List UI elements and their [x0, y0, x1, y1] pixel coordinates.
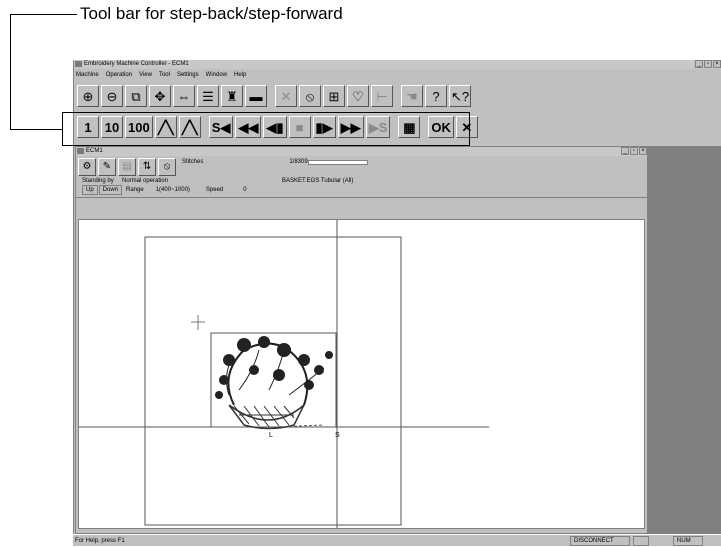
list-icon[interactable]: ▤ [118, 158, 136, 176]
maximize-button[interactable]: ▫ [704, 60, 712, 68]
down-button[interactable]: Down [98, 185, 123, 195]
cancel-icon[interactable]: ✕ [275, 85, 297, 107]
range-value: 1(400~1000) [155, 187, 190, 193]
status-num: NUM [673, 536, 703, 546]
label-l: L [269, 432, 273, 439]
zoom-out-icon[interactable]: ⊖ [101, 85, 123, 107]
menu-operation[interactable]: Operation [106, 70, 132, 80]
child-close-button[interactable]: × [639, 147, 647, 155]
step-back-button[interactable]: ◀▮ [263, 116, 287, 138]
fit-icon[interactable]: ✥ [149, 85, 171, 107]
stop-icon[interactable]: ⦸ [299, 85, 321, 107]
main-toolbar: ⊕ ⊖ ⧉ ✥ ⇔ ☰ ♜ ▬ ✕ ⦸ ⊞ ♡ ⊢ ☚? ↖? [74, 82, 473, 110]
help-icon[interactable]: ? [425, 85, 447, 107]
canvas-drawing: L S [79, 220, 489, 528]
menu-tool[interactable]: Tool [159, 70, 170, 80]
title-bar: Embroidery Machine Controller - ECM1 _ ▫… [74, 60, 721, 69]
grid-icon[interactable]: ⊞ [323, 85, 345, 107]
menu-window[interactable]: Window [206, 70, 227, 80]
go-start-button[interactable]: S◀ [208, 116, 234, 138]
callout-line-h2 [10, 129, 62, 130]
step-1-button[interactable]: 1 [77, 116, 99, 138]
go-end-button[interactable]: ▶S [365, 116, 391, 138]
machine-icon[interactable]: ⚙ [78, 158, 96, 176]
menu-view[interactable]: View [139, 70, 152, 80]
app-icon [75, 61, 82, 67]
callout-label: Tool bar for step-back/step-forward [80, 4, 343, 23]
menu-settings[interactable]: Settings [177, 70, 199, 80]
close-window-button[interactable]: × [713, 60, 721, 68]
basket-design [215, 336, 333, 430]
window-title: Embroidery Machine Controller - ECM1 [84, 61, 189, 67]
minimize-button[interactable]: _ [695, 60, 703, 68]
dotted-up-icon[interactable]: ╱╲ [178, 116, 201, 138]
fast-forward-button[interactable]: ▶▶ [337, 116, 364, 138]
step-100-button[interactable]: 100 [125, 116, 153, 138]
menu-help[interactable]: Help [234, 70, 246, 80]
stitches-value: 1/8309 [289, 159, 308, 165]
bobbin-icon[interactable]: ♜ [221, 85, 243, 107]
cursor-cross-icon [191, 315, 205, 330]
child-title: ECM1 [86, 148, 103, 154]
center-icon[interactable]: ⇔ [173, 85, 195, 107]
status-empty [633, 536, 649, 546]
range-label: Range [126, 187, 144, 193]
speed-value: 0 [243, 187, 247, 193]
status-standing: Standing by [82, 178, 114, 184]
step-10-button[interactable]: 10 [101, 116, 123, 138]
lines-icon[interactable]: ☰ [197, 85, 219, 107]
stop-small-icon[interactable]: ⦸ [158, 158, 176, 176]
child-icon [77, 148, 84, 154]
design-canvas[interactable]: L S [78, 219, 645, 529]
status-mode: Normal operation [122, 178, 169, 184]
pointer-icon[interactable]: ☚ [401, 85, 423, 107]
step-toolbar: 1 10 100 ╱╲ ╱╲ S◀ ◀◀ ◀▮ ■ ▮▶ ▶▶ ▶S ▦ OK ✕ [74, 113, 480, 141]
mdi-background [648, 146, 721, 534]
design-icon[interactable]: ♡ [347, 85, 369, 107]
child-title-bar: ECM1 _ ▫ × [76, 147, 647, 156]
menu-machine[interactable]: Machine [76, 70, 99, 80]
file-name: BASKET.EGS Tubular (All) [282, 178, 354, 184]
stop-button[interactable]: ■ [288, 116, 311, 138]
stitches-label: Stitches [182, 159, 204, 165]
stitch-progress [307, 159, 368, 165]
close-button[interactable]: ✕ [455, 116, 478, 138]
fast-back-button[interactable]: ◀◀ [235, 116, 262, 138]
step-forward-button[interactable]: ▮▶ [312, 116, 336, 138]
updown-icon[interactable]: ⇅ [138, 158, 156, 176]
up-button[interactable]: Up [82, 185, 98, 195]
status-bar: For Help, press F1 DISCONNECT NUM [73, 534, 721, 546]
label-s: S [335, 432, 340, 439]
speed-label: Speed [205, 187, 224, 193]
up-shape-icon[interactable]: ╱╲ [154, 116, 177, 138]
child-toolbar: ⚙ ✎ ▤ ⇅ ⦸ Stitches 1/8309 [78, 158, 368, 176]
status-connection: DISCONNECT [570, 536, 630, 546]
callout-line-h [10, 14, 77, 15]
needle-icon[interactable]: ✎ [98, 158, 116, 176]
child-window: ECM1 _ ▫ × ⚙ ✎ ▤ ⇅ ⦸ Stitches 1/8309 Sta… [75, 146, 648, 534]
callout-line-v [10, 14, 11, 130]
frame-icon[interactable]: ▬ [245, 85, 267, 107]
child-maximize-button[interactable]: ▫ [630, 147, 638, 155]
zoom-window-icon[interactable]: ⧉ [125, 85, 147, 107]
status-help: For Help, press F1 [75, 538, 125, 544]
menu-bar: Machine Operation View Tool Settings Win… [74, 70, 721, 80]
grid-select-button[interactable]: ▦ [398, 116, 421, 138]
context-help-icon[interactable]: ↖? [449, 85, 471, 107]
zoom-in-icon[interactable]: ⊕ [77, 85, 99, 107]
ok-button[interactable]: OK [428, 116, 454, 138]
tree-icon[interactable]: ⊢ [371, 85, 393, 107]
child-minimize-button[interactable]: _ [621, 147, 629, 155]
